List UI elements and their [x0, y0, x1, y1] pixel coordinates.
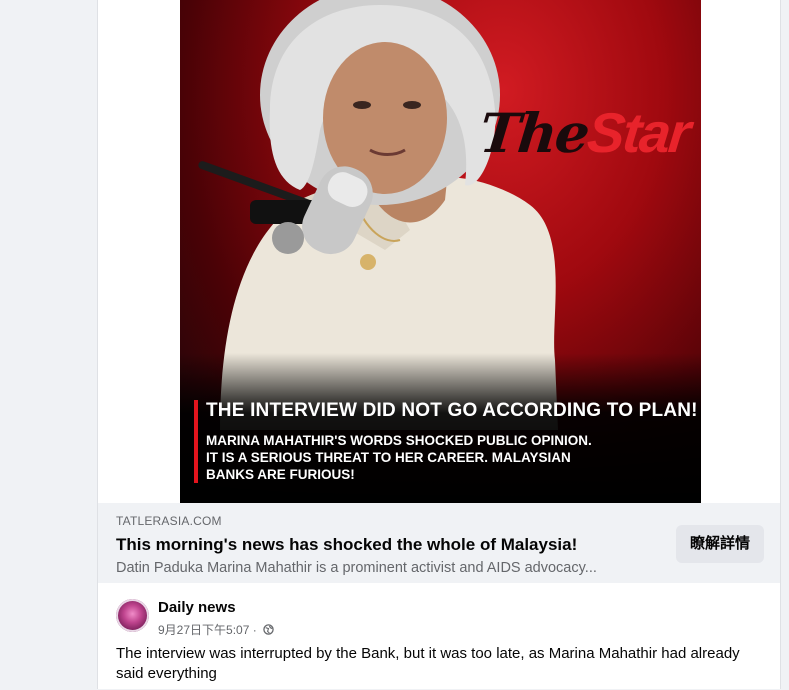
hero-subline: MARINA MAHATHIR'S WORDS SHOCKED PUBLIC O…: [206, 433, 592, 482]
link-title[interactable]: This morning's news has shocked the whol…: [116, 535, 577, 555]
post-text: The interview was interrupted by the Ban…: [116, 645, 740, 682]
link-domain: TATLERASIA.COM: [116, 514, 222, 528]
shared-post: Daily news 9月27日下午5:07 · The interview w…: [98, 583, 780, 689]
globe-icon[interactable]: [263, 624, 274, 638]
hero-headline: THE INTERVIEW DID NOT GO ACCORDING TO PL…: [206, 400, 698, 421]
post-timestamp[interactable]: 9月27日下午5:07 ·: [158, 623, 257, 637]
link-description: Datin Paduka Marina Mahathir is a promin…: [116, 560, 597, 576]
learn-more-button[interactable]: 瞭解詳情: [676, 525, 764, 563]
author-name[interactable]: Daily news: [158, 599, 236, 616]
feed-post-card: TheStar THE INTERVIEW DID NOT GO ACCORDI…: [97, 0, 781, 689]
hero-image[interactable]: TheStar THE INTERVIEW DID NOT GO ACCORDI…: [180, 0, 701, 503]
post-meta: 9月27日下午5:07 ·: [158, 621, 274, 638]
avatar[interactable]: [116, 599, 149, 632]
link-preview[interactable]: TATLERASIA.COM This morning's news has s…: [98, 503, 780, 584]
hero-text-block: THE INTERVIEW DID NOT GO ACCORDING TO PL…: [194, 400, 698, 483]
the-star-logo: TheStar: [476, 101, 693, 165]
